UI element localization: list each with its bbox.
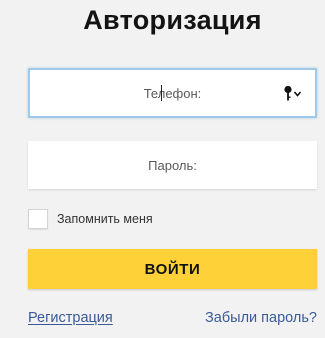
remember-me[interactable]: Запомнить меня — [28, 208, 153, 230]
remember-me-checkbox[interactable] — [28, 209, 48, 229]
page-title: Авторизация — [83, 5, 262, 35]
register-link[interactable]: Регистрация — [28, 310, 113, 326]
phone-field[interactable] — [28, 68, 317, 118]
key-dropdown-icon[interactable] — [283, 85, 303, 103]
remember-me-label[interactable]: Запомнить меня — [57, 212, 153, 226]
forgot-password-link[interactable]: Забыли пароль? — [205, 310, 317, 326]
password-input[interactable] — [28, 141, 317, 189]
login-button[interactable]: ВОЙТИ — [28, 249, 317, 289]
phone-input[interactable] — [30, 70, 315, 116]
text-caret — [161, 85, 162, 101]
password-field[interactable] — [28, 141, 317, 189]
